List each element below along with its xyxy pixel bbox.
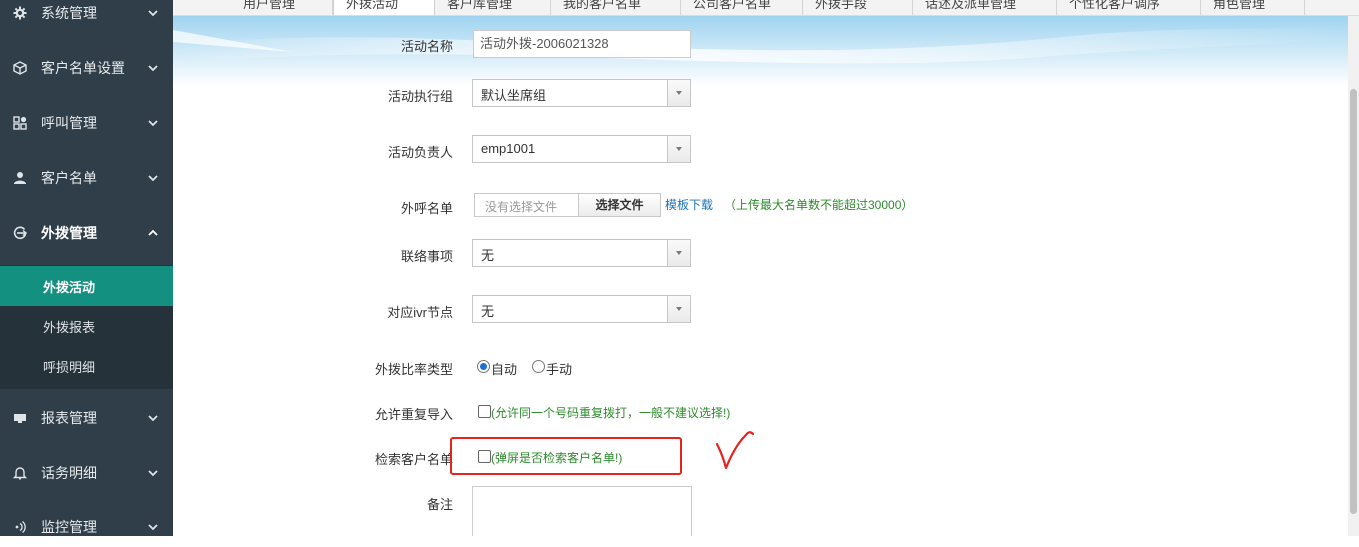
tab-personalized-order[interactable]: 个性化客户调序	[1057, 0, 1201, 15]
ratio-type-label: 外拨比率类型	[374, 362, 453, 377]
sidebar-item-call-detail[interactable]: 话务明细	[0, 453, 173, 493]
chevron-down-icon	[148, 524, 158, 531]
owner-label: 活动负责人	[387, 145, 453, 160]
owner-select[interactable]: emp1001	[472, 135, 691, 163]
chevron-down-icon	[148, 65, 158, 72]
sidebar-item-label: 监控管理	[41, 519, 97, 535]
sidebar-item-monitor-management[interactable]: 监控管理	[0, 507, 173, 547]
gear-icon	[12, 5, 28, 21]
outbound-icon	[12, 225, 28, 241]
exec-group-value: 默认坐席组	[481, 88, 547, 103]
chevron-down-icon	[148, 470, 158, 477]
page-scrollbar[interactable]	[1348, 16, 1359, 536]
ratio-auto-radio[interactable]	[477, 360, 490, 373]
tab-customer-library[interactable]: 客户库管理	[435, 0, 551, 15]
tab-label: 客户库管理	[447, 0, 513, 11]
sidebar-item-label: 客户名单设置	[41, 60, 125, 76]
allow-dup-label: 允许重复导入	[374, 407, 453, 422]
template-download-link[interactable]: 模板下载	[665, 196, 713, 213]
monitor-icon	[12, 410, 28, 426]
sidebar-item-customer-list[interactable]: 客户名单	[0, 158, 173, 198]
main-content: 活动名称 活动外拨-2006021328 活动执行组 默认坐席组 活动负责人 e…	[173, 16, 1348, 536]
bell-icon	[12, 465, 28, 481]
tab-my-customer-list[interactable]: 我的客户名单	[551, 0, 681, 15]
sidebar-subitem-call-loss-detail[interactable]: 呼损明细	[0, 346, 173, 386]
sidebar-subitem-label: 呼损明细	[43, 359, 96, 375]
tab-role-management[interactable]: 角色管理	[1201, 0, 1305, 15]
dropdown-arrow-icon	[667, 80, 690, 106]
sidebar-item-label: 报表管理	[41, 410, 97, 426]
remark-label: 备注	[426, 497, 453, 512]
sidebar-subitem-outbound-report[interactable]: 外拨报表	[0, 306, 173, 346]
ivr-node-value: 无	[481, 304, 495, 319]
checkmark-annotation	[715, 431, 755, 470]
user-icon	[12, 170, 28, 186]
sidebar-submenu: 外拨活动 外拨报表 呼损明细	[0, 265, 173, 389]
search-customer-label: 检索客户名单	[374, 452, 453, 467]
activity-name-label: 活动名称	[400, 39, 453, 54]
sidebar-subitem-label: 外拨报表	[43, 319, 96, 335]
chevron-down-icon	[148, 175, 158, 182]
scrollbar-thumb[interactable]	[1350, 89, 1357, 514]
sidebar-item-label: 系统管理	[41, 5, 97, 21]
upload-limit-note: （上传最大名单数不能超过30000）	[724, 198, 914, 212]
call-list-label: 外呼名单	[400, 201, 453, 216]
grid-icon	[12, 115, 28, 131]
activity-name-input[interactable]: 活动外拨-2006021328	[473, 30, 691, 58]
file-placeholder: 没有选择文件	[485, 200, 558, 214]
tab-company-customer-list[interactable]: 公司客户名单	[681, 0, 803, 15]
sidebar-subitem-outbound-activity[interactable]: 外拨活动	[0, 266, 173, 306]
contact-item-value: 无	[481, 248, 495, 263]
sidebar-item-label: 话务明细	[41, 465, 97, 481]
ratio-manual-radio[interactable]	[532, 360, 545, 373]
sidebar-item-outbound-management[interactable]: 外拨管理	[0, 213, 173, 253]
chevron-down-icon	[148, 10, 158, 17]
contact-item-label: 联络事项	[400, 249, 453, 264]
chevron-up-icon	[148, 229, 158, 236]
tab-outbound-activity[interactable]: 外拨活动	[333, 0, 435, 15]
ivr-node-select[interactable]: 无	[472, 295, 691, 323]
allow-dup-checkbox[interactable]	[478, 405, 491, 418]
sidebar-item-label: 客户名单	[41, 170, 97, 186]
sidebar-item-customer-list-settings[interactable]: 客户名单设置	[0, 48, 173, 88]
tab-outbound-means[interactable]: 外拨手段	[803, 0, 913, 15]
ratio-auto-label: 自动	[491, 362, 518, 377]
signal-icon	[12, 519, 28, 535]
tab-label: 我的客户名单	[563, 0, 642, 11]
sidebar-item-call-management[interactable]: 呼叫管理	[0, 103, 173, 143]
sidebar-item-report-management[interactable]: 报表管理	[0, 398, 173, 438]
sidebar-item-label: 呼叫管理	[41, 115, 97, 131]
sidebar: 系统管理 客户名单设置 呼叫管理 客户名单 外拨管理 外拨活动 外拨报表 呼损明…	[0, 0, 173, 536]
allow-dup-note: (允许同一个号码重复拨打，一般不建议选择!)	[491, 406, 731, 420]
dropdown-arrow-icon	[667, 240, 690, 266]
tab-label: 公司客户名单	[693, 0, 772, 11]
tab-script-dispatch[interactable]: 话述及派单管理	[913, 0, 1057, 15]
highlight-box	[450, 437, 682, 475]
tab-label: 用户管理	[243, 0, 296, 11]
chevron-down-icon	[148, 120, 158, 127]
dropdown-arrow-icon	[667, 136, 690, 162]
chevron-down-icon	[148, 415, 158, 422]
ratio-manual-label: 手动	[546, 362, 573, 377]
sidebar-subitem-label: 外拨活动	[43, 279, 96, 295]
tab-label: 外拨手段	[815, 0, 868, 11]
ivr-node-label: 对应ivr节点	[387, 305, 453, 320]
choose-file-button[interactable]: 选择文件	[578, 193, 661, 217]
call-list-file-input[interactable]: 没有选择文件 选择文件	[474, 193, 661, 217]
tab-strip: 用户管理 外拨活动 客户库管理 我的客户名单 公司客户名单 外拨手段 话述及派单…	[173, 0, 1359, 16]
sidebar-item-system[interactable]: 系统管理	[0, 0, 173, 33]
tab-label: 外拨活动	[346, 0, 399, 11]
tab-label: 话述及派单管理	[925, 0, 1017, 11]
tab-label: 角色管理	[1213, 0, 1266, 11]
owner-value: emp1001	[481, 141, 536, 156]
sidebar-item-label: 外拨管理	[41, 225, 97, 241]
remark-textarea[interactable]	[472, 486, 692, 536]
contact-item-select[interactable]: 无	[472, 239, 691, 267]
dropdown-arrow-icon	[667, 296, 690, 322]
exec-group-label: 活动执行组	[387, 89, 453, 104]
exec-group-select[interactable]: 默认坐席组	[472, 79, 691, 107]
cube-icon	[12, 60, 28, 76]
tab-user-management[interactable]: 用户管理	[231, 0, 333, 15]
tab-label: 个性化客户调序	[1069, 0, 1161, 11]
